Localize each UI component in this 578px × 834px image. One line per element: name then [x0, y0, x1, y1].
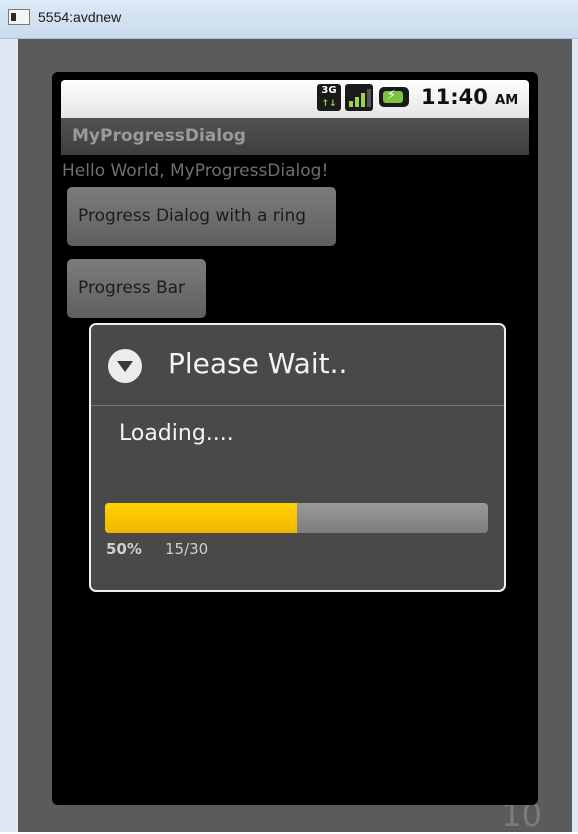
- dialog-message: Loading....: [119, 421, 234, 446]
- hello-text: Hello World, MyProgressDialog!: [62, 161, 329, 181]
- window-frame-right: [572, 39, 578, 832]
- network-type-label: 3G: [321, 85, 337, 96]
- progress-bar: [105, 503, 488, 533]
- window-app-icon[interactable]: [8, 9, 30, 25]
- window-title: 5554:avdnew: [38, 9, 122, 25]
- progress-bar-fill: [105, 503, 297, 533]
- status-bar: 3G ↑↓ 11:40 AM: [61, 80, 529, 118]
- progress-percent: 50%: [106, 540, 142, 558]
- dialog-header: Please Wait..: [91, 325, 504, 406]
- battery-charging-icon: [379, 87, 409, 107]
- alert-dropdown-icon: [108, 349, 142, 383]
- clock-time: 11:40: [421, 85, 488, 109]
- window-title-bar: 5554:avdnew: [0, 0, 578, 39]
- clock-ampm: AM: [495, 93, 519, 108]
- app-title-bar: MyProgressDialog: [61, 118, 529, 155]
- progress-dialog-ring-button[interactable]: Progress Dialog with a ring: [67, 187, 336, 246]
- signal-strength-icon: [345, 84, 373, 111]
- progress-bar-button[interactable]: Progress Bar: [67, 259, 206, 318]
- status-clock: 11:40 AM: [421, 85, 518, 109]
- app-title: MyProgressDialog: [72, 126, 246, 146]
- network-activity-arrows: ↑↓: [321, 99, 337, 109]
- progress-count: 15/30: [165, 540, 209, 558]
- dialog-title: Please Wait..: [168, 347, 348, 380]
- network-3g-icon: 3G ↑↓: [317, 84, 341, 111]
- window-frame-left: [0, 39, 18, 832]
- device-screen: 3G ↑↓ 11:40 AM MyProgressDialog Hello Wo…: [52, 72, 538, 805]
- progress-dialog: Please Wait.. Loading.... 50% 15/30: [89, 323, 506, 592]
